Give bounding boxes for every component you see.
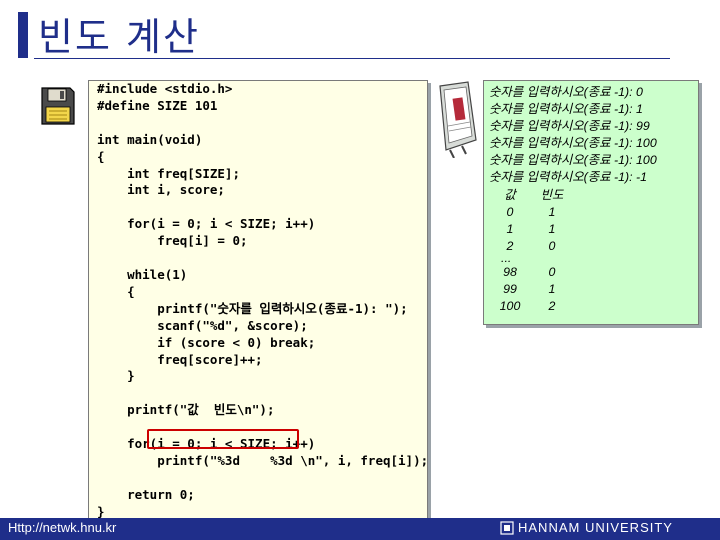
code-line: printf("%3d %3d \n", i, freq[i]); — [97, 452, 429, 468]
output-prompt-line: 숫자를 입력하시오(종료 -1): 99 — [489, 119, 650, 134]
console-output-panel: 숫자를 입력하시오(종료 -1): 0 숫자를 입력하시오(종료 -1): 1 … — [483, 80, 699, 325]
output-ellipsis: ... — [501, 250, 512, 265]
code-line-highlighted: freq[score]++; — [97, 351, 263, 367]
slide-title: 빈도 계산 — [38, 15, 200, 59]
output-prompt-line: 숫자를 입력하시오(종료 -1): 100 — [489, 153, 657, 168]
row-value: 1 — [506, 221, 514, 236]
row-freq: 1 — [548, 282, 556, 297]
output-row: 2 0 — [489, 238, 657, 255]
code-line: int main(void) — [97, 131, 203, 147]
footer-url[interactable]: Http://netwk.hnu.kr — [8, 520, 116, 535]
row-value: 100 — [499, 299, 521, 314]
code-line: scanf("%d", &score); — [97, 317, 308, 333]
code-line: for(i = 0; i < SIZE; i++) — [97, 216, 316, 232]
highlight-box — [147, 429, 299, 449]
floppy-disk-icon — [41, 87, 75, 125]
header-frequency: 빈도 — [540, 187, 564, 202]
console-output: 숫자를 입력하시오(종료 -1): 0 숫자를 입력하시오(종료 -1): 1 … — [489, 84, 657, 315]
output-prompt-line: 숫자를 입력하시오(종료 -1): 1 — [489, 102, 643, 117]
code-line: int freq[SIZE]; — [97, 165, 240, 181]
output-prompt-line: 숫자를 입력하시오(종료 -1): -1 — [489, 170, 648, 185]
code-panel: #include <stdio.h> #define SIZE 101 int … — [88, 80, 428, 522]
output-row: 1 1 — [489, 221, 657, 238]
row-value: 99 — [503, 282, 517, 297]
university-name: HANNAM UNIVERSITY — [518, 520, 673, 535]
code-line: { — [97, 283, 135, 299]
code-line: if (score < 0) break; — [97, 334, 316, 350]
title-underline — [34, 58, 670, 59]
code-line: } — [97, 503, 105, 519]
code-line: #include <stdio.h> — [97, 81, 233, 96]
output-prompt-line: 숫자를 입력하시오(종료 -1): 100 — [489, 136, 657, 151]
notepad-icon — [439, 81, 477, 158]
output-row: 0 1 — [489, 204, 657, 221]
code-line: freq[i] = 0; — [97, 233, 248, 249]
row-freq: 1 — [548, 204, 556, 219]
row-freq: 0 — [548, 238, 556, 253]
row-value: 98 — [503, 264, 517, 279]
output-row: 100 2 — [489, 298, 657, 315]
footer-university: HANNAM UNIVERSITY — [500, 520, 673, 535]
row-freq: 1 — [548, 221, 556, 236]
row-freq: 2 — [548, 299, 556, 314]
code-line: int i, score; — [97, 182, 225, 198]
output-header-row: 값 빈도 — [489, 187, 657, 204]
code-line: } — [97, 368, 135, 384]
university-logo-icon — [500, 520, 514, 535]
code-line: return 0; — [97, 486, 195, 502]
row-value: 0 — [506, 204, 514, 219]
code-line: while(1) — [97, 266, 188, 282]
output-row: 98 0 — [489, 264, 657, 281]
output-prompt-line: 숫자를 입력하시오(종료 -1): 0 — [489, 85, 643, 99]
code-listing: #include <stdio.h> #define SIZE 101 int … — [97, 81, 428, 521]
code-line: printf("숫자를 입력하시오(종료-1): "); — [97, 300, 408, 316]
title-accent-bar — [18, 12, 28, 58]
code-line: #define SIZE 101 — [97, 97, 218, 113]
output-row: 99 1 — [489, 281, 657, 298]
row-freq: 0 — [548, 264, 556, 279]
code-line: { — [97, 148, 105, 164]
header-value: 값 — [504, 187, 516, 202]
code-line: printf("값 빈도\n"); — [97, 402, 275, 418]
